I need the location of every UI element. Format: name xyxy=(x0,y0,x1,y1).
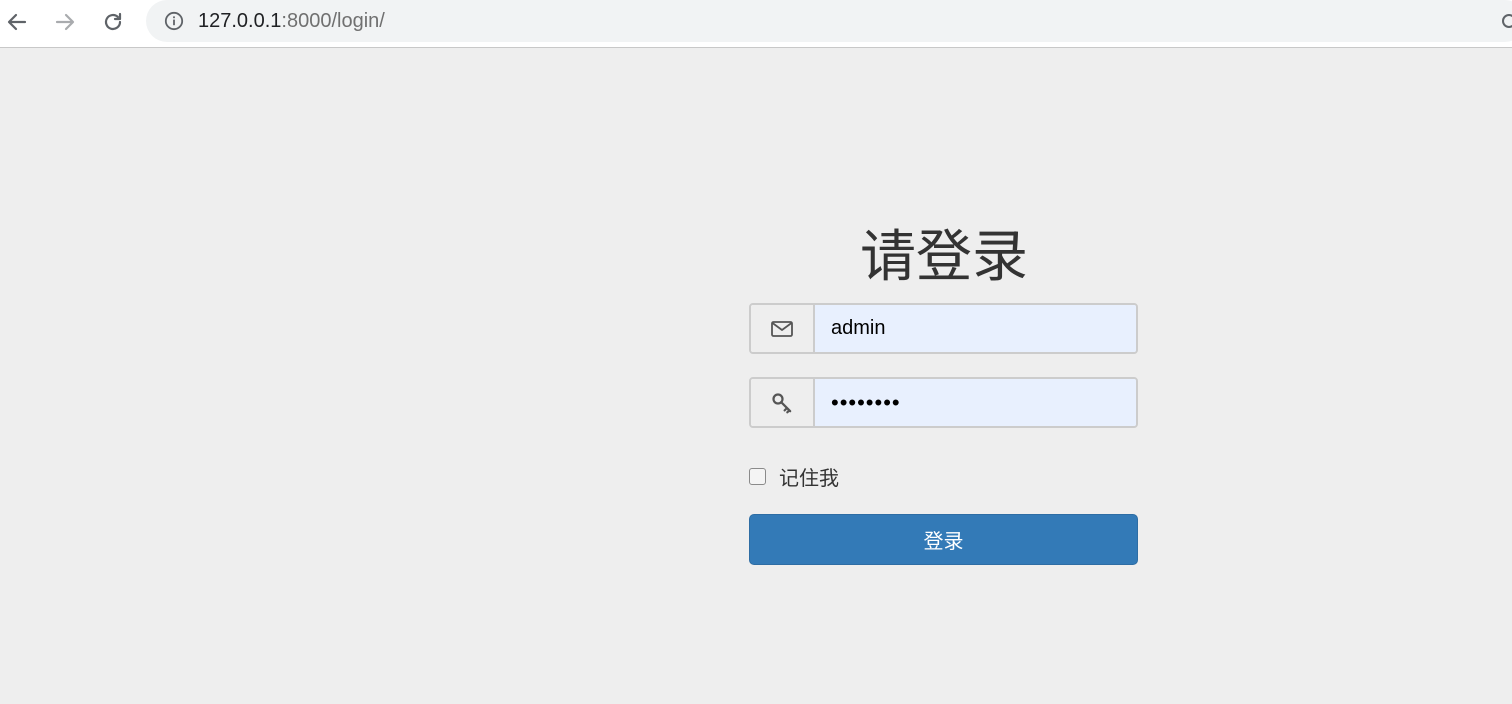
url-path: :8000/login/ xyxy=(281,10,385,32)
profile-icon[interactable] xyxy=(1500,12,1512,30)
login-button-label: 登录 xyxy=(923,529,964,553)
reload-button[interactable] xyxy=(99,8,127,36)
password-input[interactable] xyxy=(815,379,1136,426)
key-icon xyxy=(772,392,792,413)
url-text[interactable]: 127.0.0.1:8000/login/ xyxy=(198,10,385,32)
back-arrow-icon xyxy=(7,13,27,31)
address-bar[interactable]: 127.0.0.1:8000/login/ xyxy=(146,0,1512,42)
info-icon[interactable] xyxy=(164,11,184,31)
forward-button[interactable] xyxy=(51,8,79,36)
remember-me[interactable]: 记住我 xyxy=(749,462,839,491)
login-button[interactable]: 登录 xyxy=(749,514,1138,565)
username-input[interactable] xyxy=(815,305,1136,352)
username-input-group xyxy=(749,303,1138,354)
envelope-icon xyxy=(771,320,793,337)
url-host: 127.0.0.1 xyxy=(198,10,282,32)
password-addon xyxy=(751,379,815,426)
reload-icon xyxy=(104,12,122,31)
forward-arrow-icon xyxy=(55,13,75,31)
username-addon xyxy=(751,305,815,352)
back-button[interactable] xyxy=(3,8,31,36)
password-input-group xyxy=(749,377,1138,428)
browser-toolbar: 127.0.0.1:8000/login/ xyxy=(0,0,1512,48)
page-title: 请登录 xyxy=(860,225,1028,290)
remember-checkbox[interactable] xyxy=(749,468,766,485)
remember-label[interactable]: 记住我 xyxy=(779,462,839,491)
